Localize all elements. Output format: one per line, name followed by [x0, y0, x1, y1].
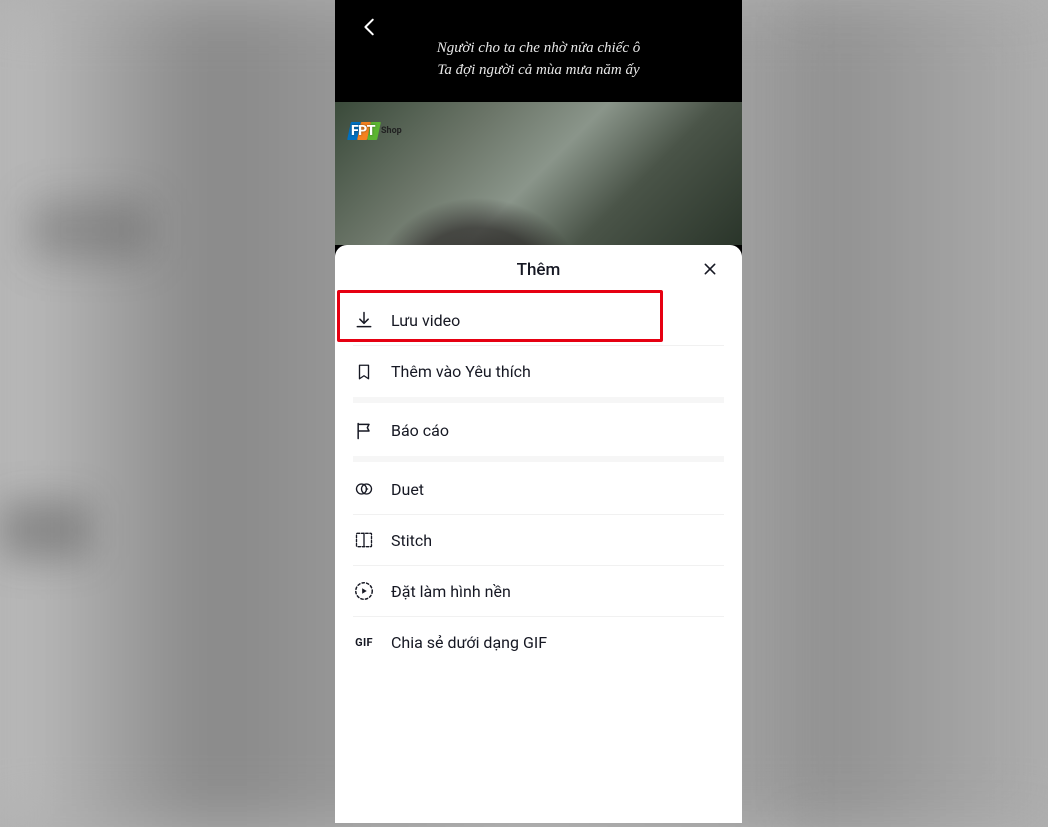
gif-icon: GIF	[353, 632, 375, 654]
menu-item-duet[interactable]: Duet	[353, 464, 724, 515]
menu-label: Chia sẻ dưới dạng GIF	[391, 633, 547, 652]
close-icon[interactable]	[700, 259, 720, 279]
video-thumbnail: FPT Shop	[335, 102, 742, 245]
menu-label: Đặt làm hình nền	[391, 582, 511, 601]
wallpaper-icon	[353, 580, 375, 602]
menu-item-report[interactable]: Báo cáo	[353, 405, 724, 456]
menu-label: Lưu video	[391, 311, 460, 330]
menu-list: Lưu video Thêm vào Yêu thích Báo cá	[335, 295, 742, 668]
back-arrow-icon[interactable]	[359, 16, 381, 38]
menu-item-save-video[interactable]: Lưu video	[353, 295, 724, 346]
video-header: Người cho ta che nhờ nửa chiếc ô Ta đợi …	[335, 0, 742, 102]
menu-item-set-wallpaper[interactable]: Đặt làm hình nền	[353, 566, 724, 617]
menu-label: Thêm vào Yêu thích	[391, 362, 531, 381]
bookmark-icon	[353, 361, 375, 383]
duet-icon	[353, 478, 375, 500]
flag-icon	[353, 420, 375, 442]
download-icon	[353, 309, 375, 331]
phone-frame: Người cho ta che nhờ nửa chiếc ô Ta đợi …	[335, 0, 742, 823]
menu-item-share-gif[interactable]: GIF Chia sẻ dưới dạng GIF	[353, 617, 724, 668]
menu-label: Báo cáo	[391, 421, 449, 440]
menu-label: Duet	[391, 480, 424, 499]
fpt-shop-text: Shop	[381, 126, 402, 136]
sheet-title: Thêm	[517, 260, 561, 280]
video-caption: Người cho ta che nhờ nửa chiếc ô Ta đợi …	[335, 12, 742, 82]
fpt-watermark: FPT Shop	[349, 122, 402, 140]
lyric-line: Ta đợi người cả mùa mưa năm ấy	[335, 60, 742, 82]
menu-label: Stitch	[391, 531, 432, 550]
menu-item-stitch[interactable]: Stitch	[353, 515, 724, 566]
stitch-icon	[353, 529, 375, 551]
sheet-header: Thêm	[335, 245, 742, 295]
bottom-sheet: Thêm Lưu video	[335, 245, 742, 823]
fpt-logo-text: FPT	[351, 123, 375, 139]
lyric-line: Người cho ta che nhờ nửa chiếc ô	[335, 38, 742, 60]
menu-item-add-favorite[interactable]: Thêm vào Yêu thích	[353, 346, 724, 397]
